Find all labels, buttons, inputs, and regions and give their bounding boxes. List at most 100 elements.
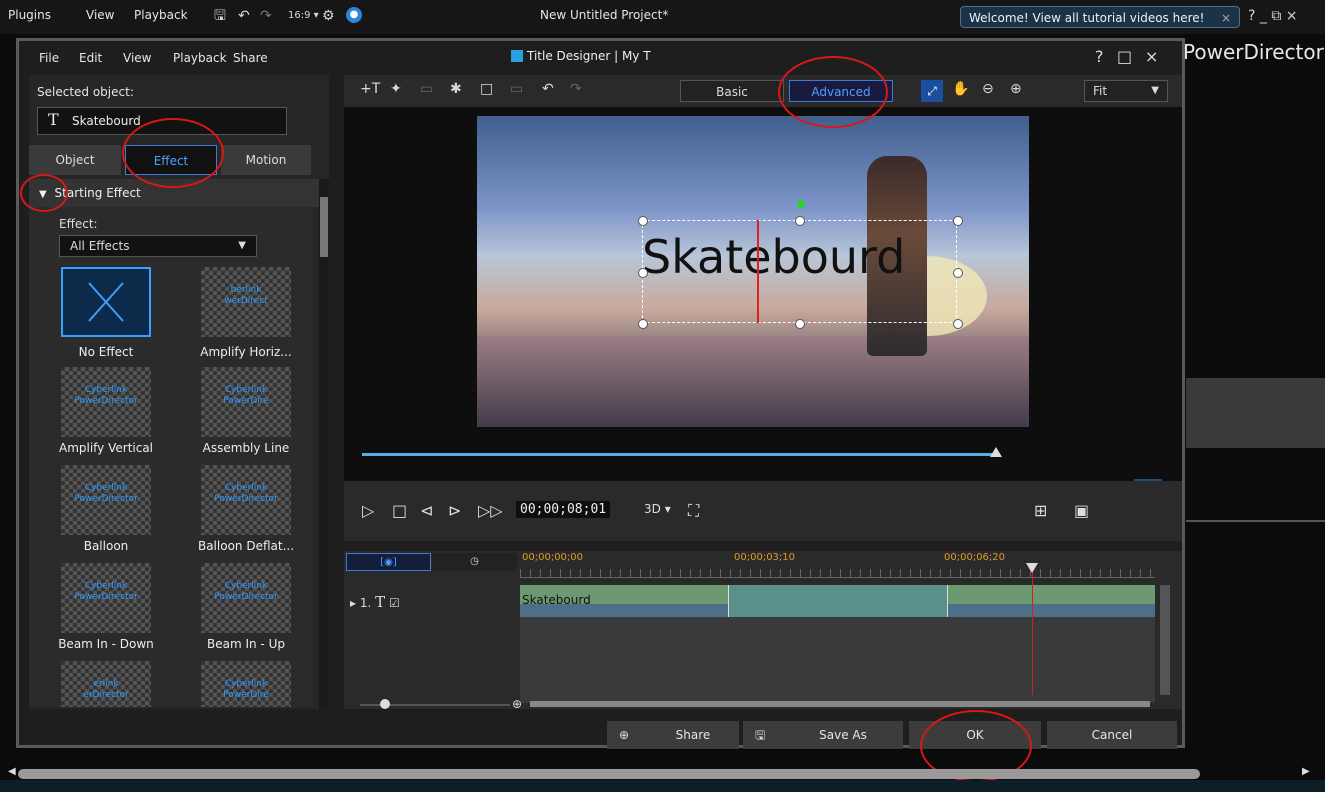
resize-handle[interactable] — [953, 268, 963, 278]
aspect-ratio-select[interactable]: 16:9 ▾ — [288, 8, 319, 24]
effect-caption: Assembly Line — [202, 441, 290, 455]
tab-object[interactable]: Object — [29, 145, 121, 175]
effect-filter-select[interactable]: All Effects ▼ — [59, 235, 257, 257]
effect-beam-in-down[interactable]: Cyberlink PowerDirector — [61, 563, 151, 633]
effect-label: Effect: — [59, 217, 98, 231]
share-button[interactable]: ⊕ Share — [607, 721, 739, 749]
timeline-ruler[interactable] — [520, 569, 1155, 578]
track-header: ▸ 1. T ☑ — [350, 593, 400, 611]
undo-icon[interactable]: ↶ — [238, 8, 250, 24]
effect-balloon-deflate[interactable]: Cyberlink PowerDirector — [201, 465, 291, 535]
app-horizontal-scrollbar[interactable] — [18, 769, 1200, 779]
clip-duration-segment[interactable] — [728, 585, 948, 617]
zoom-out-icon[interactable]: ⊖ — [982, 81, 994, 97]
effect-filter-value: All Effects — [70, 239, 130, 253]
maximize-icon[interactable]: □ — [1117, 47, 1132, 66]
effect-amplify-vertical[interactable]: Cyberlink PowerDirector — [61, 367, 151, 437]
zoom-slider-knob[interactable] — [380, 699, 390, 709]
timeline-view-toggle[interactable]: [◉] — [346, 553, 431, 571]
effect-thumb-text: erlink erDirector — [83, 679, 129, 700]
effects-scrollbar[interactable] — [319, 179, 329, 709]
menu-share[interactable]: Share — [233, 51, 268, 65]
welcome-banner[interactable]: Welcome! View all tutorial videos here! … — [960, 6, 1240, 28]
save-icon[interactable]: 🖫 — [214, 8, 226, 24]
fast-forward-icon[interactable]: ▷▷ — [478, 501, 503, 520]
expand-track-icon[interactable]: ▸ — [350, 596, 356, 610]
tab-motion[interactable]: Motion — [221, 145, 311, 175]
insert-background-icon[interactable]: ▭ — [510, 81, 523, 97]
redo-icon[interactable]: ↷ — [260, 8, 272, 24]
menu-playback[interactable]: Playback — [134, 8, 188, 22]
track-visible-checkbox[interactable]: ☑ — [389, 596, 400, 610]
next-frame-icon[interactable]: ⊳ — [448, 501, 461, 520]
preview-progress-bar[interactable] — [362, 453, 994, 456]
notification-icon[interactable]: ● — [346, 7, 362, 23]
resize-handle[interactable] — [795, 216, 805, 226]
playhead-knob[interactable] — [1026, 563, 1038, 573]
menu-file[interactable]: File — [39, 51, 59, 65]
timeline-track[interactable]: Skatebourd — [520, 585, 1155, 703]
effect-beam-in-up[interactable]: Cyberlink PowerDirector — [201, 563, 291, 633]
resize-handle[interactable] — [953, 319, 963, 329]
effect-caption: Balloon — [83, 539, 129, 553]
undo-icon[interactable]: ↶ — [542, 81, 554, 97]
close-icon[interactable]: × — [1145, 47, 1158, 66]
clock-icon[interactable]: ◷ — [432, 553, 517, 571]
effect-amplify-horizontal[interactable]: berlink werDirect — [201, 267, 291, 337]
scroll-right-icon[interactable]: ▶ — [1302, 766, 1310, 777]
insert-effect-icon[interactable]: ✱ — [450, 81, 462, 97]
resize-handle[interactable] — [638, 268, 648, 278]
playhead[interactable] — [1032, 565, 1033, 695]
annotation-circle — [122, 118, 224, 188]
timeline-horizontal-scrollbar[interactable] — [530, 701, 1150, 707]
menu-view[interactable]: View — [123, 51, 151, 65]
menu-plugins[interactable]: Plugins — [8, 8, 51, 22]
video-preview[interactable]: Skatebourd — [477, 116, 1029, 427]
menu-playback[interactable]: Playback — [173, 51, 227, 65]
menu-edit[interactable]: Edit — [79, 51, 102, 65]
resize-handle[interactable] — [638, 216, 648, 226]
effect-assembly-line[interactable]: Cyberlink PowerDire — [201, 367, 291, 437]
settings-icon[interactable]: ⚙ — [322, 8, 335, 24]
redo-icon[interactable]: ↷ — [570, 81, 582, 97]
close-icon[interactable]: × — [1221, 7, 1231, 29]
timecode-display[interactable]: 00;00;08;01 — [516, 501, 611, 518]
preview-panel: Skatebourd ⌄ — [344, 107, 1182, 493]
basic-mode-button[interactable]: Basic — [680, 80, 784, 102]
zoom-in-icon[interactable]: ⊕ — [1010, 81, 1022, 97]
timeline-vertical-scrollbar[interactable] — [1160, 585, 1170, 695]
stop-icon[interactable]: □ — [392, 501, 407, 520]
insert-shape-icon[interactable]: □ — [480, 81, 493, 97]
hand-tool-icon[interactable]: ✋ — [952, 81, 969, 97]
window-controls[interactable]: ? _ ⧉ × — [1248, 8, 1298, 24]
insert-image-icon[interactable]: ▭ — [420, 81, 433, 97]
grid-icon[interactable]: ⊞ — [1034, 501, 1047, 520]
cancel-button[interactable]: Cancel — [1047, 721, 1177, 749]
insert-particle-icon[interactable]: ✦ — [390, 81, 402, 97]
save-as-button[interactable]: 🖫 Save As — [743, 721, 903, 749]
progress-knob[interactable] — [990, 447, 1002, 457]
effect-thumbnail[interactable]: erlink erDirector — [61, 661, 151, 707]
play-icon[interactable]: ▷ — [362, 501, 374, 520]
resize-handle[interactable] — [638, 319, 648, 329]
title-text[interactable]: Skatebourd — [642, 230, 962, 284]
help-icon[interactable]: ? — [1095, 47, 1104, 66]
playback-controls: ▷ □ ⊲ ⊳ ▷▷ 00;00;08;01 3D ▾ ⛶ ⊞ ▣ — [344, 481, 1182, 541]
resize-handle[interactable] — [953, 216, 963, 226]
effects-scrollbar-thumb[interactable] — [320, 197, 328, 257]
insert-text-icon[interactable]: +T — [360, 81, 380, 97]
zoom-in-icon[interactable]: ⊕ — [512, 697, 522, 711]
previous-frame-icon[interactable]: ⊲ — [420, 501, 433, 520]
fullscreen-icon[interactable]: ⛶ — [688, 501, 699, 521]
safe-zone-icon[interactable]: ▣ — [1074, 501, 1089, 520]
effect-balloon[interactable]: Cyberlink PowerDirector — [61, 465, 151, 535]
effect-no-effect[interactable] — [61, 267, 151, 337]
3d-mode-select[interactable]: 3D ▾ — [644, 502, 671, 516]
effect-thumbnail[interactable]: Cyberlink PowerDire — [201, 661, 291, 707]
zoom-fit-select[interactable]: Fit ▼ — [1084, 80, 1168, 102]
select-tool-icon[interactable]: ⤢ — [921, 80, 943, 102]
rotate-handle[interactable] — [797, 200, 805, 208]
menu-view[interactable]: View — [86, 8, 114, 22]
scroll-left-icon[interactable]: ◀ — [8, 766, 16, 777]
resize-handle[interactable] — [795, 319, 805, 329]
